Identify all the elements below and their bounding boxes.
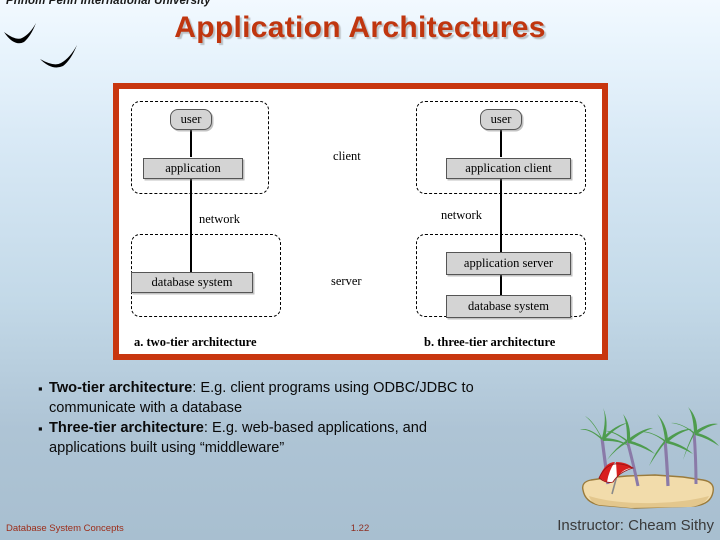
bullet-item-three-tier: ▪ Three-tier architecture: E.g. web-based… [38,418,638,438]
two-tier-node-application: application [143,158,243,179]
three-tier-node-application-client: application client [446,158,571,179]
slide: Phnom Penh International University Appl… [0,0,720,540]
bullet-rest-three-tier: : E.g. web-based applications, and [203,420,428,436]
university-name: Phnom Penh International University [6,0,211,7]
bullet-marker-icon: ▪ [38,381,43,396]
architecture-diagram: user application network database system… [113,83,608,360]
two-tier-node-user: user [170,109,212,130]
footer-instructor: Instructor: Cheam Sithy [557,517,714,534]
bullet-term-two-tier: Two-tier architecture [49,380,193,396]
diagram-inner: user application network database system… [119,89,602,354]
bullet-term-three-tier: Three-tier architecture [49,420,204,436]
three-tier-user-to-client-connector [500,129,502,157]
two-tier-user-to-application-connector [190,129,192,157]
two-tier-node-database-system: database system [131,272,253,293]
beach-island-icon [580,407,719,509]
bullet-item-two-tier: ▪ Two-tier architecture: E.g. client prog… [38,378,638,398]
three-tier-node-user: user [480,109,522,130]
bullet-marker-icon: ▪ [38,421,43,436]
bullet-continuation-two-tier: communicate with a database [49,400,243,416]
server-tier-label: server [331,274,362,288]
body-text: ▪ Two-tier architecture: E.g. client prog… [38,378,638,458]
three-tier-node-application-server: application server [446,252,571,275]
three-tier-node-database-system: database system [446,295,571,318]
three-tier-caption: b. three-tier architecture [424,335,556,349]
page-title: Application Architectures [174,11,546,44]
bullet-continuation-three-tier: applications built using “middleware” [49,440,285,456]
two-tier-network-label: network [199,212,240,226]
three-tier-network-label: network [441,208,482,222]
bullet-rest-two-tier: : E.g. client programs using ODBC/JDBC t… [192,380,474,396]
two-tier-caption: a. two-tier architecture [134,335,257,349]
client-tier-label: client [333,149,361,163]
